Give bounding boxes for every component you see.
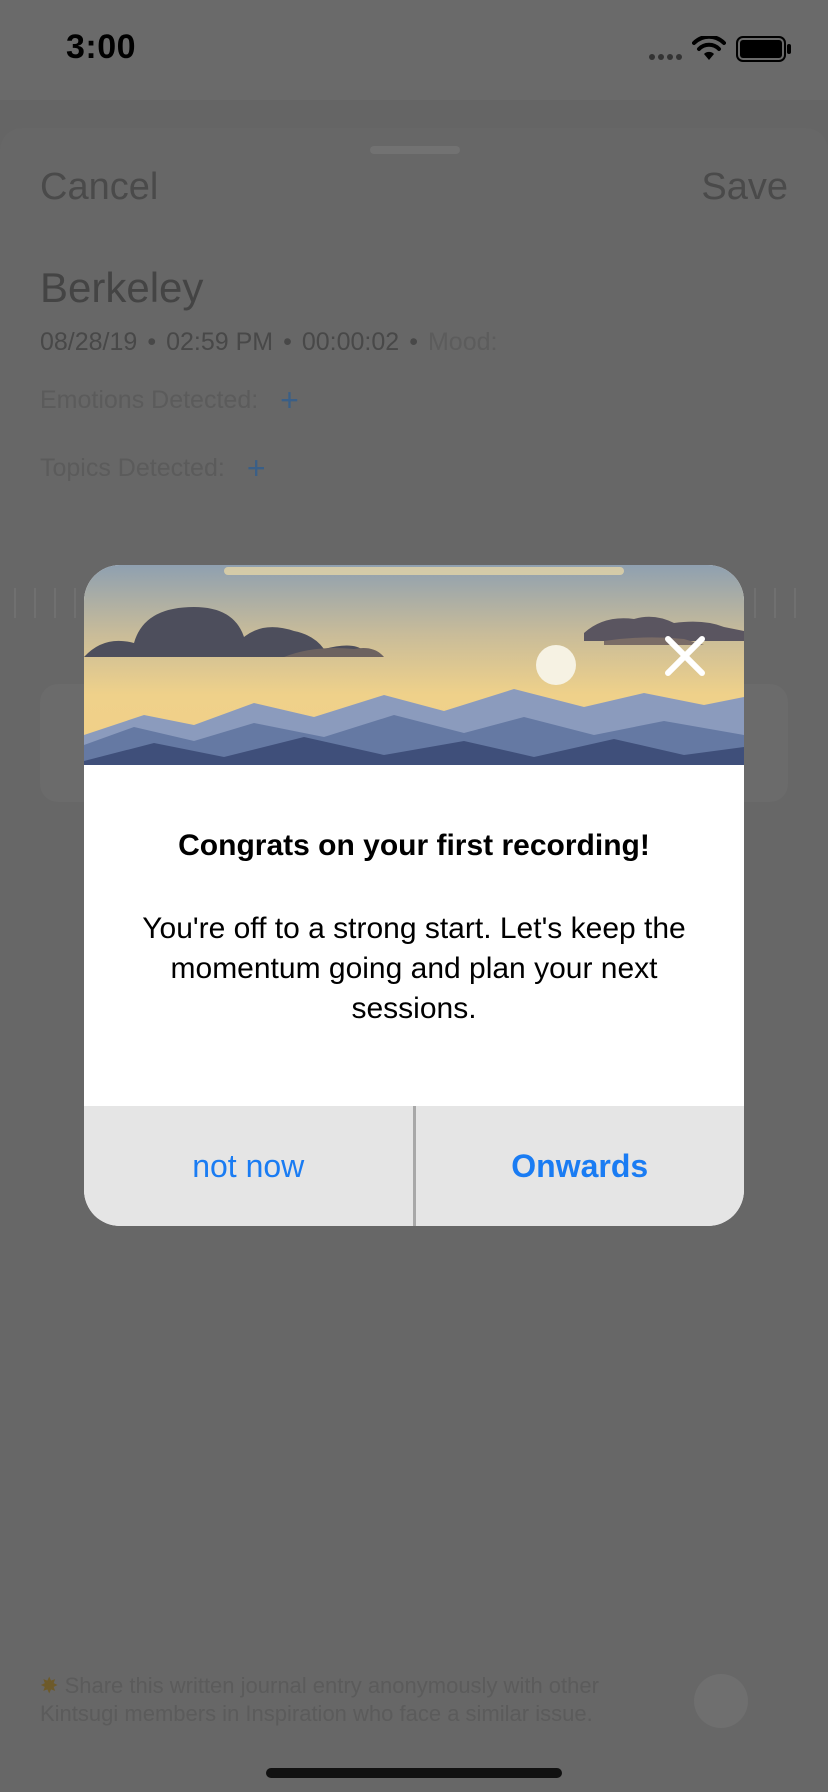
sheet-grabber[interactable] [370, 146, 460, 154]
wifi-icon [692, 36, 726, 62]
dialog-title: Congrats on your first recording! [178, 829, 650, 862]
meta-separator: • [283, 328, 292, 356]
close-button[interactable] [660, 631, 710, 681]
share-star-icon: ✸ [40, 1673, 59, 1698]
add-emotion-plus-icon[interactable]: + [280, 384, 299, 416]
save-button[interactable]: Save [701, 166, 788, 209]
onwards-button[interactable]: Onwards [416, 1106, 745, 1226]
dialog-message: You're off to a strong start. Let's keep… [142, 912, 686, 1025]
cellular-signal-icon [649, 38, 682, 60]
emotions-label: Emotions Detected: [40, 385, 259, 414]
emotions-row: Emotions Detected: + [40, 384, 299, 416]
share-toggle[interactable] [694, 1674, 748, 1728]
status-bar: 3:00 [0, 0, 828, 100]
add-topic-plus-icon[interactable]: + [247, 452, 266, 484]
topics-row: Topics Detected: + [40, 452, 266, 484]
battery-icon [736, 36, 792, 62]
dialog-actions: not now Onwards [84, 1106, 744, 1226]
status-indicators [649, 36, 792, 62]
mood-label[interactable]: Mood: [428, 328, 497, 356]
meta-separator: • [409, 328, 418, 356]
close-icon [665, 636, 705, 676]
topics-label: Topics Detected: [40, 453, 225, 482]
home-indicator [266, 1768, 562, 1778]
share-anonymously-text: ✸ Share this written journal entry anony… [40, 1673, 599, 1726]
not-now-button[interactable]: not now [84, 1106, 413, 1226]
entry-duration: 00:00:02 [301, 328, 400, 356]
entry-meta: 08/28/19 • 02:59 PM • 00:00:02 • Mood: [40, 328, 497, 357]
entry-title[interactable]: Berkeley [40, 264, 203, 312]
entry-time: 02:59 PM [166, 328, 274, 356]
cancel-button[interactable]: Cancel [40, 166, 158, 209]
meta-separator: • [147, 328, 157, 356]
congrats-dialog: Congrats on your first recording! You're… [84, 565, 744, 1226]
sunset-mountains-illustration [84, 565, 744, 765]
entry-date: 08/28/19 [40, 328, 138, 356]
status-time: 3:00 [66, 28, 137, 66]
